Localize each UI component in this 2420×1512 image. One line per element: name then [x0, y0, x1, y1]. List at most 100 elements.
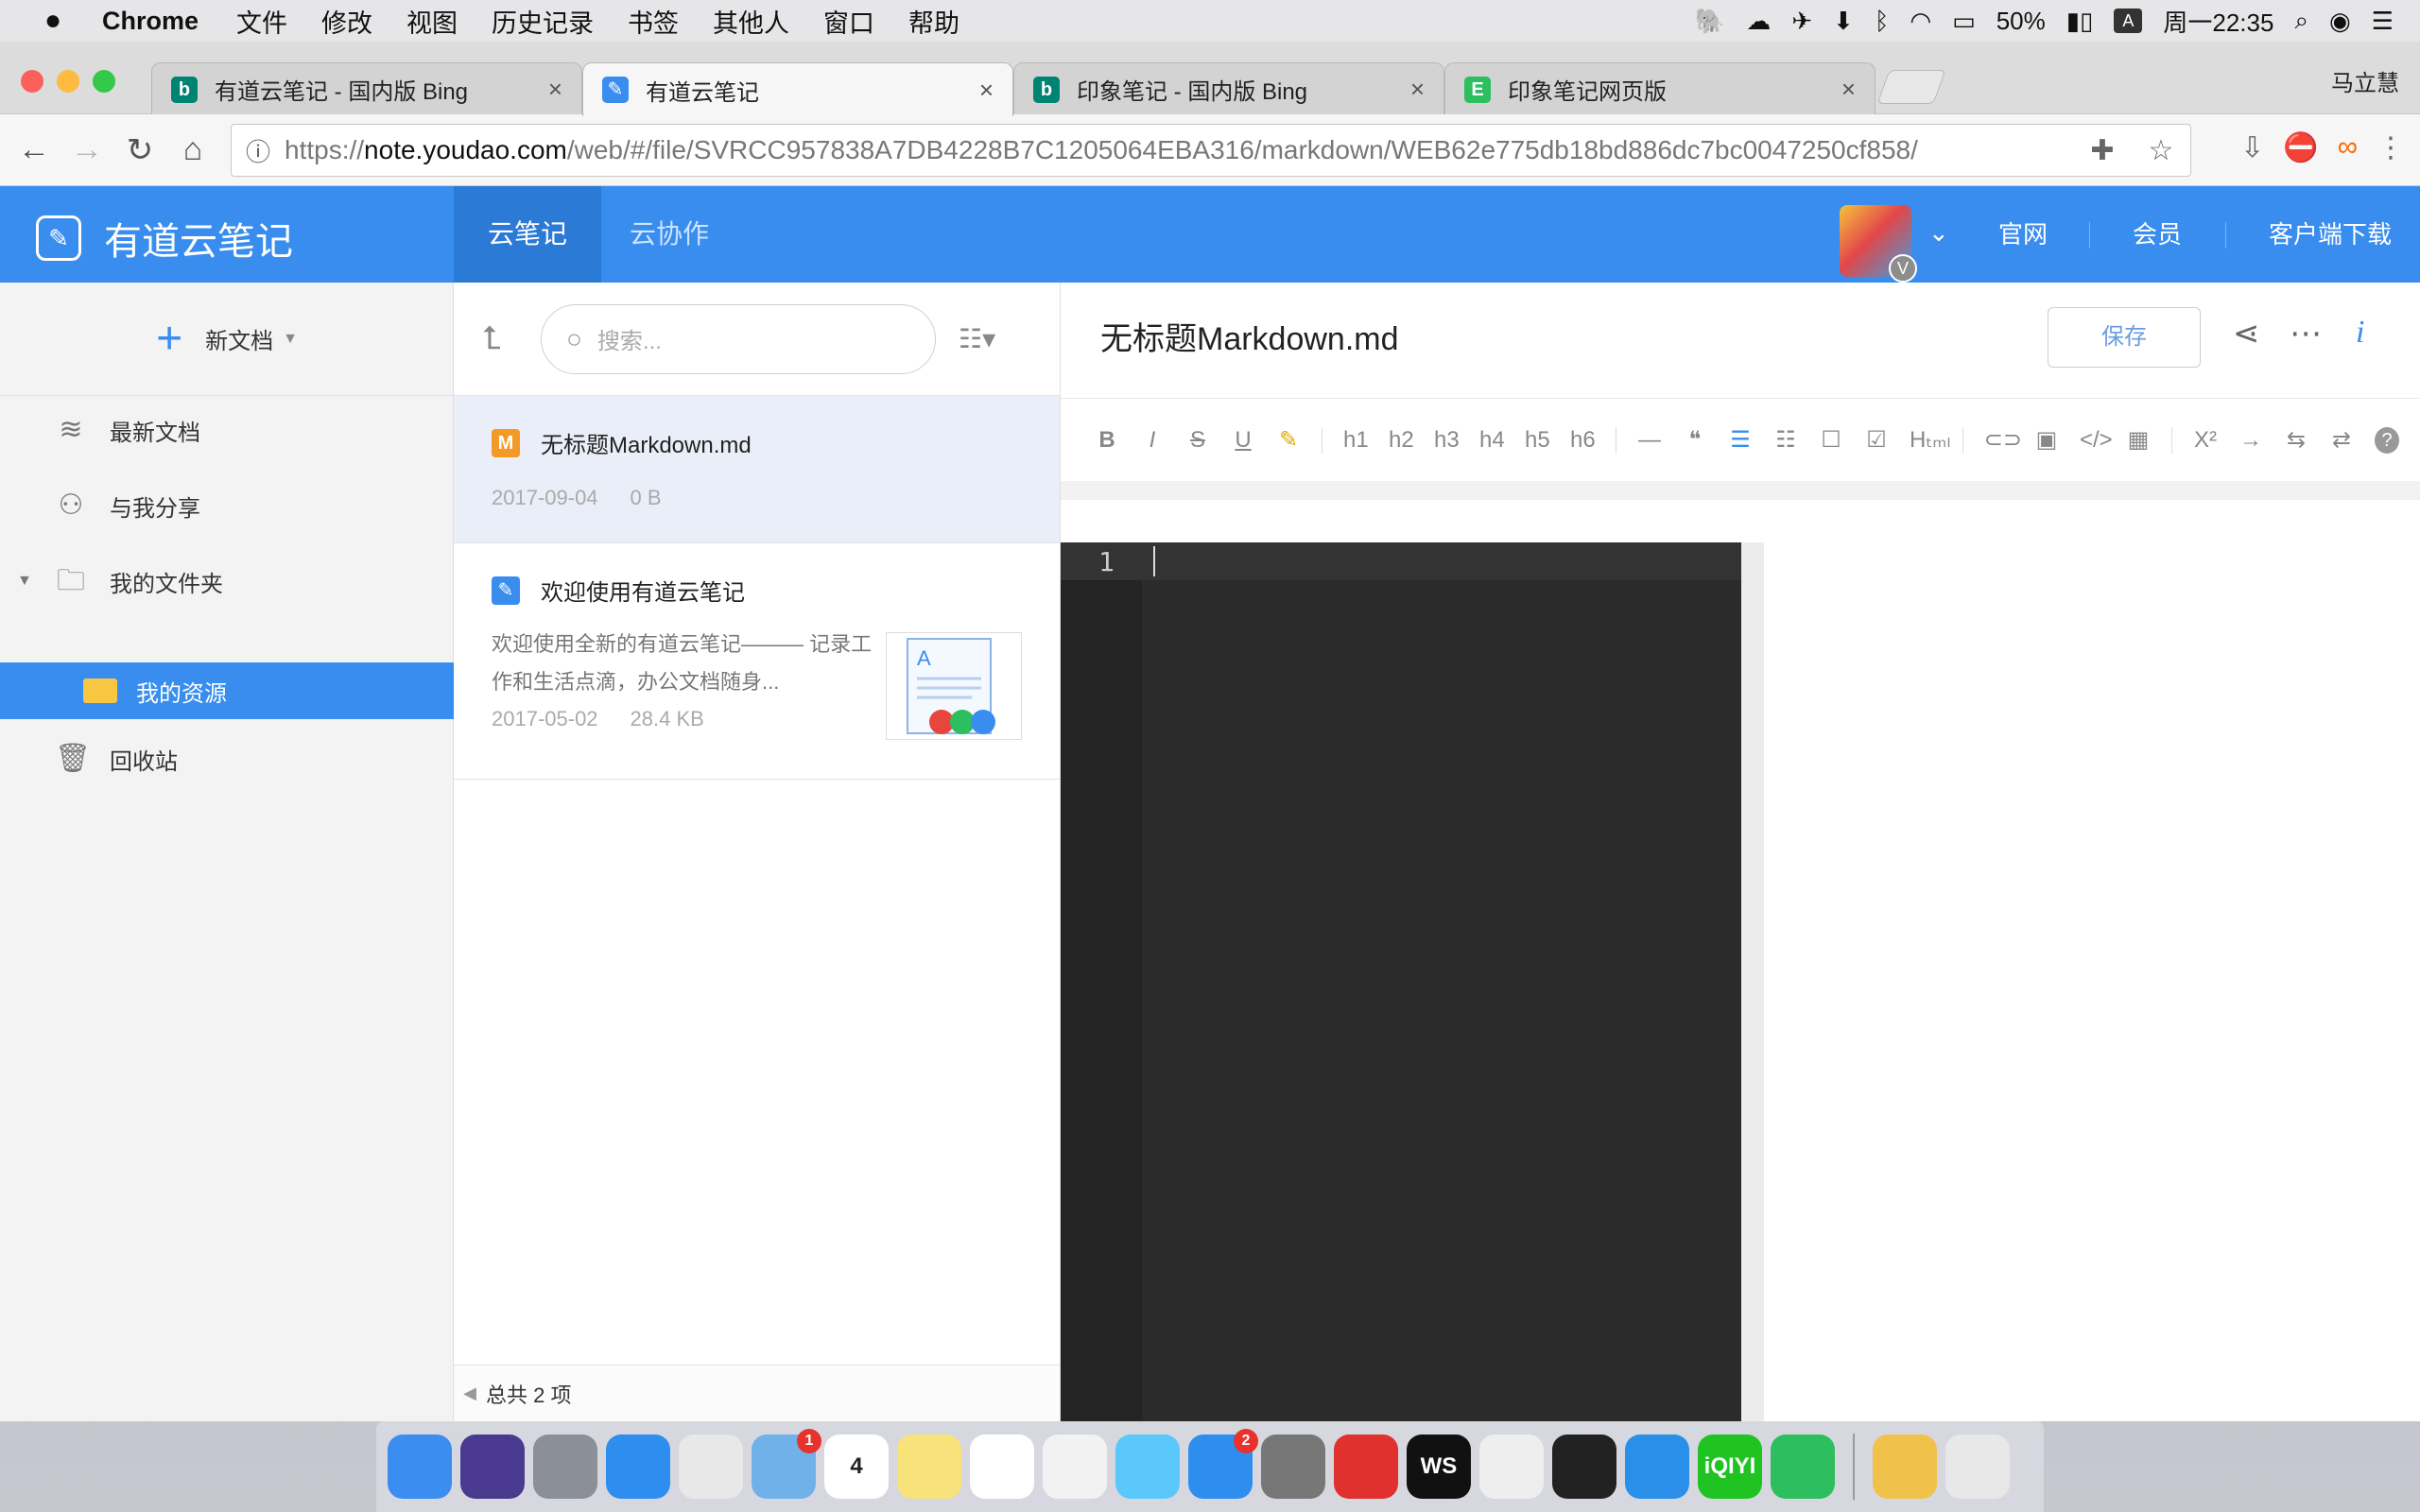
caret-down-icon[interactable]: ▼: [283, 331, 298, 348]
netease-music-dock-icon[interactable]: [1334, 1435, 1398, 1499]
webstorm-dock-icon[interactable]: WS: [1407, 1435, 1471, 1499]
back-icon[interactable]: ←: [8, 131, 60, 168]
quote-icon[interactable]: ❝: [1683, 426, 1707, 454]
close-tab-icon[interactable]: ×: [979, 76, 994, 105]
chrome-menu-icon[interactable]: ⋮: [2377, 131, 2405, 164]
html-icon[interactable]: Hₜₘₗ: [1910, 426, 1950, 454]
siri-icon[interactable]: ◉: [2329, 7, 2351, 36]
close-tab-icon[interactable]: ×: [548, 75, 562, 104]
profile-name[interactable]: 马立慧: [2331, 64, 2399, 97]
expand-triangle-icon[interactable]: ▼: [17, 573, 32, 590]
new-document-button[interactable]: + 新文档 ▼: [0, 283, 454, 396]
reminders-dock-icon[interactable]: [970, 1435, 1034, 1499]
strikethrough-icon[interactable]: S: [1185, 427, 1210, 454]
menu-bookmarks[interactable]: 书签: [628, 3, 679, 40]
infinity-extension-icon[interactable]: ∞: [2338, 131, 2358, 164]
apple-menu-icon[interactable]: ●: [26, 5, 79, 37]
wechat-dock-icon[interactable]: [1479, 1435, 1544, 1499]
home-icon[interactable]: ⌂: [166, 131, 219, 168]
sidebar-item-shared[interactable]: ⚇ 与我分享: [0, 477, 454, 534]
bookmark-star-icon[interactable]: ☆: [2132, 134, 2190, 167]
tab-cloud-collab[interactable]: 云协作: [596, 186, 743, 283]
h2-button[interactable]: h2: [1389, 427, 1414, 454]
markdown-code-editor[interactable]: 1: [1061, 542, 1741, 1421]
zoom-window-button[interactable]: [93, 70, 115, 93]
app-menu[interactable]: Chrome: [102, 7, 199, 36]
task-list-icon[interactable]: ☑: [1864, 426, 1889, 454]
battery-icon[interactable]: ▮▯: [2066, 7, 2094, 36]
info-icon[interactable]: ⓘ: [232, 133, 285, 168]
h6-button[interactable]: h6: [1570, 427, 1596, 454]
spotlight-icon[interactable]: ⌕: [2294, 6, 2308, 36]
info-icon[interactable]: i: [2356, 315, 2364, 351]
system-preferences-dock-icon[interactable]: [1261, 1435, 1325, 1499]
sidebar-item-trash[interactable]: 🗑 回收站: [0, 730, 454, 787]
browser-tab-2[interactable]: ✎ 有道云笔记 ×: [582, 62, 1013, 116]
note-title-input[interactable]: 无标题Markdown.md: [1100, 313, 1399, 359]
preview-divider[interactable]: [1741, 542, 1764, 1421]
share-icon[interactable]: ⋖: [2233, 315, 2260, 352]
sidebar-item-my-folders[interactable]: ▼ 🗀 我的文件夹: [0, 553, 454, 610]
image-icon[interactable]: ▣: [2034, 426, 2059, 454]
bluetooth-icon[interactable]: ᛒ: [1875, 7, 1890, 36]
underline-icon[interactable]: U: [1231, 427, 1255, 454]
terminal-dock-icon[interactable]: [1552, 1435, 1616, 1499]
checkbox-icon[interactable]: ☐: [1819, 426, 1843, 454]
menu-view[interactable]: 视图: [406, 3, 458, 40]
mail-dock-icon[interactable]: 1: [752, 1429, 821, 1499]
list-item[interactable]: ✎ 欢迎使用有道云笔记 欢迎使用全新的有道云笔记——— 记录工作和生活点滴，办公…: [454, 543, 1060, 780]
up-level-icon[interactable]: ⮤: [482, 320, 533, 357]
adblock-icon[interactable]: ⛔: [2283, 131, 2318, 164]
address-bar[interactable]: ⓘ https://note.youdao.com/web/#/file/SVR…: [231, 124, 2191, 177]
arrow-right-icon[interactable]: →: [2238, 427, 2263, 454]
photos-dock-icon[interactable]: [1043, 1435, 1107, 1499]
download-status-icon[interactable]: ⬇: [1833, 7, 1854, 36]
menu-help[interactable]: 帮助: [908, 3, 959, 40]
video-player-dock-icon[interactable]: [1625, 1435, 1689, 1499]
finder-dock-icon[interactable]: [388, 1435, 452, 1499]
menu-edit[interactable]: 修改: [321, 3, 372, 40]
browser-tab-4[interactable]: E 印象笔记网页版 ×: [1444, 62, 1876, 115]
sidebar-item-recent[interactable]: ≋ 最新文档: [0, 402, 454, 458]
close-window-button[interactable]: [21, 70, 43, 93]
list-item[interactable]: M 无标题Markdown.md 2017-09-04 0 B: [454, 396, 1060, 543]
trash-dock-icon[interactable]: [1945, 1435, 2010, 1499]
battery-percent[interactable]: 50%: [1996, 7, 2046, 36]
qq-dock-icon[interactable]: [1873, 1435, 1937, 1499]
collapse-arrow-icon[interactable]: ◀: [454, 1383, 486, 1403]
minimize-window-button[interactable]: [57, 70, 79, 93]
avatar[interactable]: V: [1840, 205, 1917, 283]
download-extension-icon[interactable]: ⇩: [2240, 131, 2264, 164]
airplay-icon[interactable]: ▭: [1952, 7, 1976, 36]
evernote-status-icon[interactable]: 🐘: [1695, 7, 1725, 36]
superscript-icon[interactable]: X²: [2193, 427, 2218, 454]
new-tab-button[interactable]: [1876, 70, 1946, 104]
url-text[interactable]: https://note.youdao.com/web/#/file/SVRCC…: [285, 135, 2073, 165]
app-store-dock-icon[interactable]: 2: [1188, 1429, 1258, 1499]
input-method-icon[interactable]: A: [2114, 9, 2143, 33]
forward-icon[interactable]: →: [60, 131, 113, 168]
extension-blocked-icon[interactable]: ✚: [2073, 134, 2132, 167]
browser-tab-1[interactable]: b 有道云笔记 - 国内版 Bing ×: [151, 62, 582, 115]
chrome-dock-icon[interactable]: [679, 1435, 743, 1499]
notification-center-icon[interactable]: ☰: [2372, 7, 2394, 36]
client-download-link[interactable]: 客户端下载: [2269, 186, 2392, 283]
notes-dock-icon[interactable]: [897, 1435, 961, 1499]
h5-button[interactable]: h5: [1525, 427, 1550, 454]
italic-icon[interactable]: I: [1140, 427, 1165, 454]
close-tab-icon[interactable]: ×: [1841, 75, 1856, 104]
menu-file[interactable]: 文件: [236, 3, 287, 40]
layout-toggle-icon[interactable]: ⇄: [2329, 426, 2354, 454]
bullet-list-icon[interactable]: ☰: [1728, 426, 1753, 454]
view-mode-icon[interactable]: ☷▾: [959, 323, 995, 354]
h3-button[interactable]: h3: [1434, 427, 1460, 454]
sidebar-item-my-resources[interactable]: 我的资源: [0, 662, 454, 719]
table-icon[interactable]: ▦: [2126, 426, 2151, 454]
highlight-icon[interactable]: ✎: [1276, 426, 1301, 454]
menu-history[interactable]: 历史记录: [492, 3, 594, 40]
sync-scroll-icon[interactable]: ⇆: [2284, 426, 2308, 454]
horizontal-rule-icon[interactable]: —: [1637, 427, 1662, 454]
app-logo[interactable]: ✎ 有道云笔记: [36, 211, 293, 266]
siri-dock-icon[interactable]: [460, 1435, 525, 1499]
menu-window[interactable]: 窗口: [823, 3, 874, 40]
